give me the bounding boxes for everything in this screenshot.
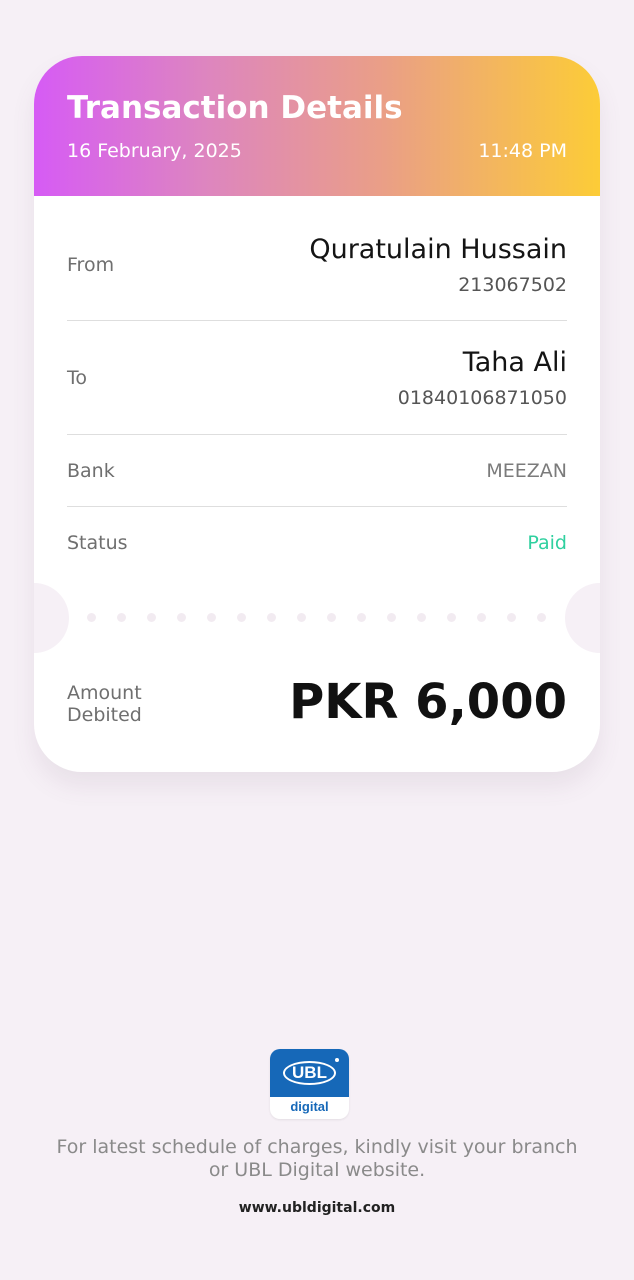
from-label: From	[67, 254, 115, 276]
amount-value: PKR 6,000	[289, 674, 567, 730]
divider	[67, 434, 567, 435]
perforation-dot	[117, 613, 126, 622]
bank-label: Bank	[67, 460, 115, 482]
divider	[67, 506, 567, 507]
logo-dot-icon	[335, 1058, 339, 1062]
from-account: 213067502	[458, 274, 567, 296]
ubl-digital-logo: UBL digital	[270, 1049, 349, 1119]
perforation-dot	[537, 613, 546, 622]
amount-label-line: Amount	[67, 682, 142, 704]
transaction-header: Transaction Details 16 February, 2025 11…	[34, 56, 600, 196]
bank-value: MEEZAN	[486, 460, 567, 482]
from-name: Quratulain Hussain	[309, 234, 567, 265]
transaction-card: Transaction Details 16 February, 2025 11…	[34, 56, 600, 772]
perforation-dot	[267, 613, 276, 622]
logo-subtitle: digital	[290, 1099, 329, 1114]
perforation-dot	[387, 613, 396, 622]
perforation-dot	[507, 613, 516, 622]
divider	[67, 320, 567, 321]
charges-note: For latest schedule of charges, kindly v…	[20, 1136, 614, 1182]
to-label: To	[67, 367, 88, 389]
charges-note-line: For latest schedule of charges, kindly v…	[56, 1136, 578, 1158]
ticket-notch-left	[34, 583, 69, 653]
perforation-dot	[477, 613, 486, 622]
transaction-time: 11:48 PM	[478, 140, 567, 162]
perforation-dot	[147, 613, 156, 622]
perforation-dot	[207, 613, 216, 622]
page-title: Transaction Details	[67, 90, 403, 126]
transaction-date: 16 February, 2025	[67, 140, 242, 162]
ticket-notch-right	[565, 583, 600, 653]
perforation-dot	[417, 613, 426, 622]
status-label: Status	[67, 532, 128, 554]
status-badge: Paid	[527, 532, 567, 554]
amount-label-line: Debited	[67, 704, 142, 726]
logo-mark: UBL	[292, 1063, 327, 1082]
to-account: 01840106871050	[397, 387, 567, 409]
perforation-dot	[447, 613, 456, 622]
perforation-dot	[327, 613, 336, 622]
charges-note-line: or UBL Digital website.	[208, 1159, 426, 1181]
logo-badge: UBL	[270, 1049, 349, 1097]
amount-label: Amount Debited	[67, 682, 142, 726]
to-name: Taha Ali	[462, 347, 567, 378]
perforation-dot	[297, 613, 306, 622]
perforation-dot	[177, 613, 186, 622]
perforation-dot	[237, 613, 246, 622]
perforation-dot	[357, 613, 366, 622]
perforation-dot	[87, 613, 96, 622]
website-link[interactable]: www.ubldigital.com	[0, 1200, 634, 1216]
